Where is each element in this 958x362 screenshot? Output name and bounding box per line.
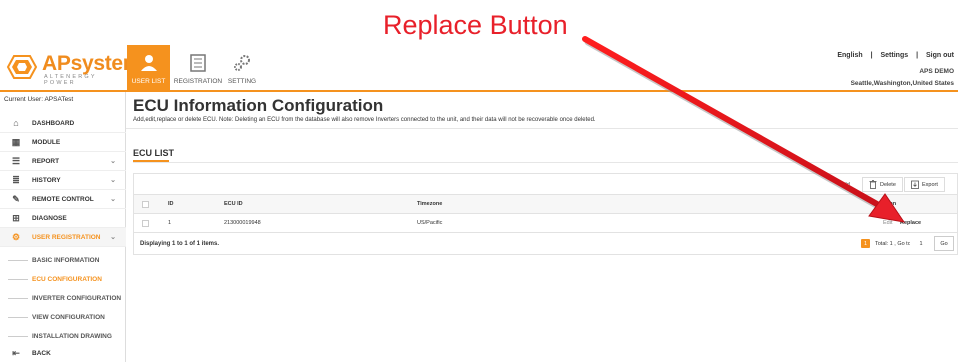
signout-link[interactable]: Sign out xyxy=(926,52,954,59)
chevron-down-icon: ⌄ xyxy=(110,158,116,165)
edit-link[interactable]: Edit xyxy=(883,214,892,232)
tree-line xyxy=(0,279,32,280)
cell-timezone: US/Pacific xyxy=(417,220,443,226)
database-icon: ≣ xyxy=(12,174,20,185)
table-row: 1 213000019948 US/Pacific Edit Replace xyxy=(134,214,957,233)
sidebar-item-label: REMOTE CONTROL xyxy=(32,195,94,203)
page-number-button[interactable]: 1 xyxy=(861,239,870,248)
add-button[interactable]: Add xyxy=(834,177,856,192)
sidebar-subitem-label: VIEW CONFIGURATION xyxy=(32,314,105,321)
header-divider xyxy=(0,90,958,92)
row-checkbox[interactable] xyxy=(142,214,149,232)
tree-line xyxy=(0,260,32,261)
pagination-total: Total: 1 , Go to xyxy=(875,240,911,247)
tree-line xyxy=(0,298,32,299)
chevron-down-icon: ⌄ xyxy=(110,177,116,184)
sidebar-item-label: BACK xyxy=(32,350,51,357)
tree-line xyxy=(0,317,32,318)
column-header-timezone[interactable]: Timezone xyxy=(417,195,442,213)
chevron-down-icon: ⌄ xyxy=(110,234,116,241)
sidebar-item-back[interactable]: ⇤ BACK xyxy=(0,344,126,362)
sidebar-subitem-view-configuration[interactable]: VIEW CONFIGURATION xyxy=(0,308,126,327)
go-button[interactable]: Go xyxy=(934,236,954,251)
sidebar-subitem-label: INSTALLATION DRAWING xyxy=(32,333,112,340)
add-button-label: Add xyxy=(840,181,850,188)
grid-icon: ▦ xyxy=(11,136,21,147)
language-link[interactable]: English xyxy=(837,52,862,59)
export-icon xyxy=(911,180,919,189)
section-title: ECU LIST xyxy=(133,148,175,158)
page-title: ECU Information Configuration xyxy=(133,96,384,115)
sidebar-subitem-label: ECU CONFIGURATION xyxy=(32,276,102,283)
delete-button-label: Delete xyxy=(880,181,896,188)
cell-ecu-id: 213000019948 xyxy=(224,220,261,226)
title-divider xyxy=(126,128,958,129)
section-divider xyxy=(133,162,958,163)
tab-setting[interactable]: SETTING xyxy=(224,45,260,90)
tab-user-list-label: USER LIST xyxy=(131,78,166,85)
sidebar-item-module[interactable]: ▦ MODULE xyxy=(0,133,126,152)
replace-link[interactable]: Replace xyxy=(900,214,921,232)
tree-line xyxy=(0,336,32,337)
chevron-down-icon: ⌄ xyxy=(110,196,116,203)
sidebar-subitem-basic-information[interactable]: BASIC INFORMATION xyxy=(0,251,126,270)
table-toolbar: Add Delete Export xyxy=(134,174,957,195)
cell-id: 1 xyxy=(168,220,172,226)
sidebar-subitem-label: INVERTER CONFIGURATION xyxy=(32,295,122,302)
current-user: Current User: APSATest xyxy=(4,96,74,103)
header-separator: | xyxy=(870,52,873,59)
sidebar-item-label: MODULE xyxy=(32,138,61,146)
ecu-table: Add Delete Export ID ECU ID Timezone tio… xyxy=(133,173,958,255)
aps-logo[interactable]: APsystems ALTENERGY POWER xyxy=(6,52,153,86)
tab-registration-label: REGISTRATION xyxy=(173,78,223,85)
user-list-icon xyxy=(138,53,160,73)
trash-icon xyxy=(869,180,877,189)
tab-setting-label: SETTING xyxy=(227,78,257,85)
header-location: Seattle,Washington,United States xyxy=(850,80,954,87)
sidebar-item-dashboard[interactable]: ⌂ DASHBOARD xyxy=(0,114,126,133)
home-icon: ⌂ xyxy=(13,118,19,128)
header-user-name: APS DEMO xyxy=(919,68,954,75)
delete-button[interactable]: Delete xyxy=(862,177,903,192)
brand-tagline: ALTENERGY POWER xyxy=(44,74,97,86)
report-icon: ☰ xyxy=(11,155,21,166)
sidebar-item-label: REPORT xyxy=(32,157,60,165)
sidebar-subitem-inverter-configuration[interactable]: INVERTER CONFIGURATION xyxy=(0,289,126,308)
tab-user-list[interactable]: USER LIST xyxy=(127,45,170,90)
column-header-ecu-id[interactable]: ECU ID xyxy=(224,195,243,213)
sidebar-item-remote-control[interactable]: ✎ REMOTE CONTROL ⌄ xyxy=(0,190,126,209)
setting-gears-icon xyxy=(231,53,253,73)
annotation-title: Replace Button xyxy=(383,10,568,40)
export-button[interactable]: Export xyxy=(904,177,945,192)
pagination-summary: Displaying 1 to 1 of 1 items. xyxy=(140,240,220,247)
goto-page-input[interactable]: 1 xyxy=(910,238,932,249)
sidebar-item-label: HISTORY xyxy=(32,176,61,184)
sidebar-item-label: DASHBOARD xyxy=(32,119,75,127)
page-description: Add,edit,replace or delete ECU. Note: De… xyxy=(133,117,596,123)
registration-icon xyxy=(187,53,209,73)
gears-icon: ⚙ xyxy=(11,231,21,242)
diagnose-icon: ⊞ xyxy=(12,212,20,223)
sidebar-subitem-ecu-configuration[interactable]: ECU CONFIGURATION xyxy=(0,270,126,289)
column-header-action: tion xyxy=(886,201,897,207)
select-all-checkbox[interactable] xyxy=(142,195,149,213)
aps-logo-mark-icon xyxy=(6,55,38,79)
sidebar-item-report[interactable]: ☰ REPORT ⌄ xyxy=(0,152,126,171)
sidebar-item-user-registration[interactable]: ⚙ USER REGISTRATION ⌄ xyxy=(0,228,126,247)
table-header: ID ECU ID Timezone tion xyxy=(134,195,957,214)
tab-registration[interactable]: REGISTRATION xyxy=(172,45,224,90)
sidebar-subitem-label: BASIC INFORMATION xyxy=(32,257,100,264)
column-header-id[interactable]: ID xyxy=(168,195,174,213)
sidebar-item-diagnose[interactable]: ⊞ DIAGNOSE xyxy=(0,209,126,228)
header-separator: | xyxy=(916,52,919,59)
export-button-label: Export xyxy=(922,181,938,188)
table-footer: Displaying 1 to 1 of 1 items. 1 Total: 1… xyxy=(134,233,957,254)
wrench-icon: ✎ xyxy=(12,193,20,204)
sidebar-item-history[interactable]: ≣ HISTORY ⌄ xyxy=(0,171,126,190)
header-links: English | Settings | Sign out xyxy=(837,52,954,59)
sidebar-item-label: USER REGISTRATION xyxy=(32,233,101,241)
back-icon: ⇤ xyxy=(12,348,20,358)
settings-link[interactable]: Settings xyxy=(881,52,909,59)
sidebar-item-label: DIAGNOSE xyxy=(32,214,67,222)
